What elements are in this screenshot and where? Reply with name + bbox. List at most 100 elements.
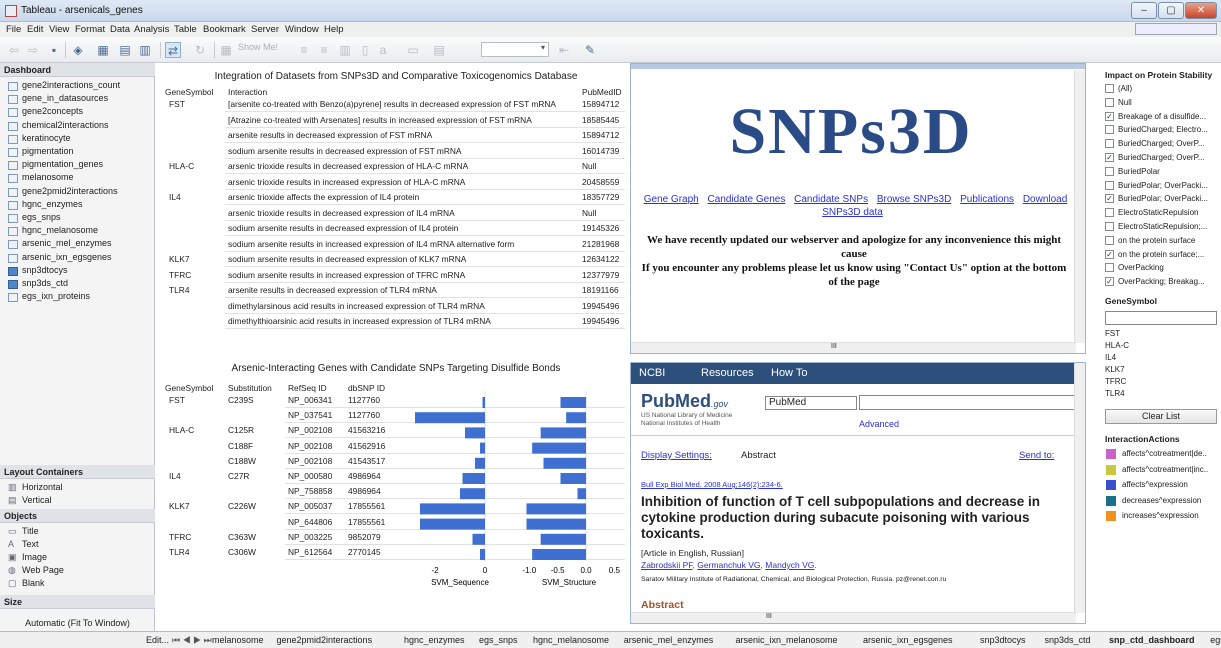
bar-mark[interactable] (420, 503, 485, 515)
bar-mark[interactable] (465, 427, 485, 439)
filter-checkbox-item[interactable]: BuriedPolar (1105, 166, 1217, 178)
menu-analysis[interactable]: Analysis (134, 24, 169, 35)
label-icon[interactable]: ▯ (357, 42, 373, 58)
checkbox[interactable]: ✓ (1105, 194, 1114, 204)
bar-mark[interactable] (540, 533, 586, 545)
bar-mark[interactable] (482, 397, 486, 408)
menu-bookmark[interactable]: Bookmark (203, 24, 246, 35)
resources-menu[interactable]: Resources (701, 367, 754, 379)
pubmed-search-input[interactable] (859, 395, 1079, 410)
menu-table[interactable]: Table (174, 24, 197, 35)
bar-mark[interactable] (526, 518, 587, 530)
tab-gene2pmid2interactions[interactable]: gene2pmid2interactions (277, 635, 373, 645)
menu-file[interactable]: File (6, 24, 21, 35)
bar-mark[interactable] (475, 457, 485, 469)
filter-checkbox-item[interactable]: BuriedPolar; OverPacki... (1105, 180, 1217, 192)
bar-mark[interactable] (526, 503, 587, 515)
show-me-icon[interactable]: ▦ (218, 42, 234, 58)
menu-data[interactable]: Data (110, 24, 130, 35)
sheet-item[interactable]: chemical2interactions (0, 120, 109, 133)
back-icon[interactable]: ⇦ (6, 42, 22, 58)
filter-checkbox-item[interactable]: ✓ BuriedCharged; OverP... (1105, 152, 1217, 164)
sheet-item[interactable]: snp3ds_ctd (0, 278, 68, 291)
display-settings-link[interactable]: Display Settings: (641, 450, 712, 461)
sheet-item[interactable]: gene2concepts (0, 106, 83, 119)
refresh-icon[interactable]: ↻ (192, 42, 208, 58)
bar-mark[interactable] (462, 473, 486, 484)
sheet-item[interactable]: melanosome (0, 172, 74, 185)
sheet-item[interactable]: arsenic_ixn_egsgenes (0, 252, 112, 265)
checkbox[interactable] (1105, 84, 1114, 93)
tab-snp3ds-ctd[interactable]: snp3ds_ctd (1045, 635, 1091, 645)
checkbox[interactable] (1105, 180, 1114, 190)
filter-checkbox-item[interactable]: ✓ BuriedPolar; OverPacki... (1105, 193, 1217, 205)
gene-list-item[interactable]: IL4 (1105, 352, 1217, 364)
bar-mark[interactable] (560, 473, 587, 484)
author-link[interactable]: Mandych VG (765, 560, 814, 570)
minimize-button[interactable]: – (1131, 2, 1157, 19)
object-blank[interactable]: ▢ Blank (0, 578, 45, 590)
bar-mark[interactable] (543, 457, 587, 469)
tab-hgnc-melanosome[interactable]: hgnc_melanosome (533, 635, 609, 645)
sort-asc-icon[interactable]: ≡ (296, 42, 312, 58)
sheet-item[interactable]: arsenic_mel_enzymes (0, 238, 112, 251)
sheet-item[interactable]: pigmentation_genes (0, 159, 103, 172)
link-gene-graph[interactable]: Gene Graph (644, 194, 699, 205)
sheet-item[interactable]: hgnc_enzymes (0, 199, 83, 212)
checkbox[interactable]: ✓ (1105, 153, 1114, 162)
menu-format[interactable]: Format (75, 24, 105, 35)
bar-mark[interactable] (460, 488, 485, 500)
filter-checkbox-item[interactable]: ✓ Breakage of a disulfide... (1105, 111, 1217, 123)
vertical-container[interactable]: ▤ Vertical (0, 495, 52, 507)
bar-mark[interactable] (472, 533, 486, 545)
advanced-link[interactable]: Advanced (859, 419, 899, 429)
filter-checkbox-item[interactable]: on the protein surface (1105, 235, 1217, 247)
tab-arsenic-ixn-melanosome[interactable]: arsenic_ixn_melanosome (736, 635, 838, 645)
bar-mark[interactable] (532, 549, 586, 560)
gene-list-item[interactable]: TLR4 (1105, 388, 1217, 400)
checkbox[interactable] (1105, 235, 1114, 245)
horizontal-container[interactable]: ▥ Horizontal (0, 482, 63, 494)
menu-window[interactable]: Window (285, 24, 319, 35)
fit-combo[interactable]: ▾ (481, 42, 549, 57)
link-candidate-genes[interactable]: Candidate Genes (708, 194, 786, 205)
gene-list-item[interactable]: FST (1105, 328, 1217, 340)
gene-list-item[interactable]: HLA-C (1105, 340, 1217, 352)
sheet-item[interactable]: egs_ixn_proteins (0, 291, 90, 304)
author-link[interactable]: Germanchuk VG (697, 560, 760, 570)
checkbox[interactable]: ✓ (1105, 277, 1114, 287)
menu-server[interactable]: Server (251, 24, 279, 35)
clear-sheet-icon[interactable]: ▥ (137, 42, 153, 58)
gene-list-item[interactable]: TFRC (1105, 376, 1217, 388)
maximize-button[interactable]: ▢ (1158, 2, 1184, 19)
checkbox[interactable] (1105, 263, 1114, 273)
object-web-page[interactable]: ◍ Web Page (0, 565, 64, 577)
menu-edit[interactable]: Edit (27, 24, 43, 35)
close-button[interactable]: ✕ (1185, 2, 1217, 19)
sheet-item[interactable]: snp3dtocys (0, 265, 68, 278)
horizontal-scrollbar[interactable]: III (631, 342, 1076, 353)
sheet-item[interactable]: gene2interactions_count (0, 80, 120, 93)
bar-mark[interactable] (577, 488, 587, 500)
filter-checkbox-item[interactable]: ✓ OverPacking; Breakag... (1105, 276, 1217, 288)
filter-checkbox-item[interactable]: BuriedCharged; Electro... (1105, 124, 1217, 136)
new-datasource-icon[interactable]: ◈ (70, 42, 86, 58)
checkbox[interactable] (1105, 166, 1114, 176)
tab-egs-snps[interactable]: egs_snps (479, 635, 518, 645)
horizontal-scrollbar[interactable]: III (631, 612, 1076, 623)
pen-icon[interactable]: ✎ (582, 42, 598, 58)
how-to-menu[interactable]: How To (771, 367, 807, 379)
pin-icon[interactable]: ⇤ (556, 42, 572, 58)
menu-view[interactable]: View (49, 24, 69, 35)
vertical-scrollbar[interactable] (1074, 70, 1085, 343)
tab-hgnc-enzymes[interactable]: hgnc_enzymes (404, 635, 465, 645)
checkbox[interactable]: ✓ (1105, 249, 1114, 259)
show-me-button[interactable]: Show Me! (238, 42, 278, 52)
tab-arsenic-mel-enzymes[interactable]: arsenic_mel_enzymes (624, 635, 714, 645)
fit-icon[interactable]: ▤ (431, 42, 447, 58)
tab-melanosome[interactable]: melanosome (212, 635, 264, 645)
bar-mark[interactable] (540, 427, 586, 439)
snps3d-webpage[interactable]: SNPs3D Gene Graph Candidate Genes Candid… (630, 63, 1086, 354)
size-select[interactable]: Automatic (Fit To Window) (0, 618, 155, 628)
link-browse-snps3d[interactable]: Browse SNPs3D (877, 194, 951, 205)
